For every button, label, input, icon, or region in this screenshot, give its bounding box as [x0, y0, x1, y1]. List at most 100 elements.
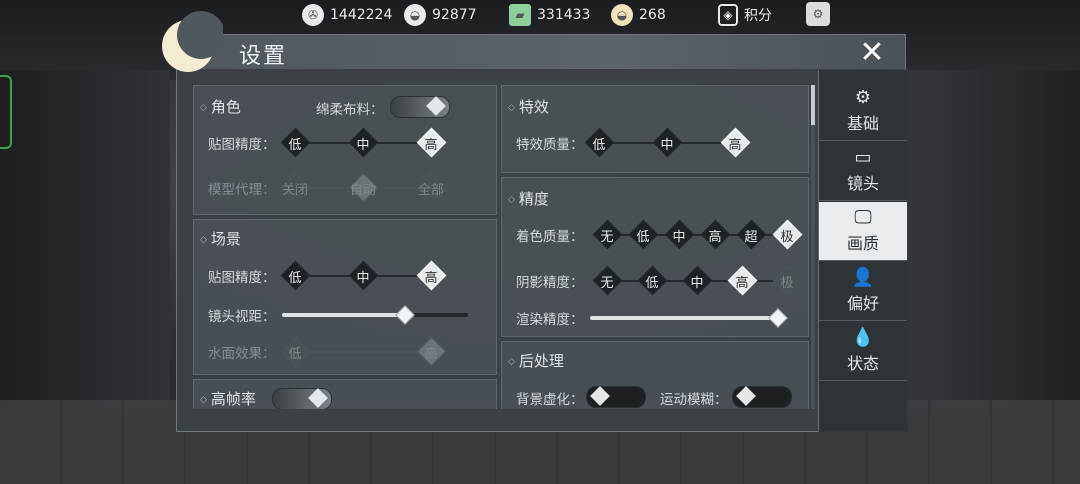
- slider-thumb[interactable]: [395, 305, 415, 325]
- tab-label: 镜头: [846, 174, 879, 193]
- currency-gold[interactable]: ◒ 268: [611, 4, 666, 26]
- view-distance-label: 镜头视距：: [208, 309, 276, 325]
- dialog-title: 设置: [239, 44, 288, 69]
- scene-texture-low[interactable]: 低: [280, 260, 311, 291]
- camera-frame-icon: ▭: [854, 147, 872, 168]
- effects-quality-mid[interactable]: 中: [652, 127, 683, 158]
- points-button[interactable]: ◈ 积分: [718, 4, 772, 26]
- panel-header-precision: 精度: [508, 188, 549, 209]
- shadow-high[interactable]: 高: [727, 265, 758, 296]
- shadow-none[interactable]: 无: [592, 265, 623, 296]
- dialog-title-bar: 设置 ✕: [162, 11, 905, 72]
- role-texture-mid[interactable]: 中: [348, 127, 379, 158]
- shading-extreme[interactable]: 极: [772, 219, 803, 250]
- slider-fill: [282, 313, 405, 317]
- background-blur-toggle[interactable]: [586, 386, 646, 408]
- shading-none[interactable]: 无: [592, 219, 623, 250]
- currency-jade[interactable]: ▰ 331433: [509, 4, 590, 26]
- tab-label: 状态: [846, 354, 879, 373]
- panel-scene: 场景 贴图精度： 低 中 高 镜头视距： 水面效果： 低 高: [193, 219, 497, 375]
- effects-quality-label: 特效质量：: [516, 137, 584, 153]
- scene-texture-mid[interactable]: 中: [348, 260, 379, 291]
- close-button[interactable]: ✕: [853, 33, 891, 71]
- background-blur-label: 背景虚化：: [516, 392, 584, 408]
- jade-ticket-icon: ▰: [509, 4, 531, 26]
- shading-mid[interactable]: 中: [664, 219, 695, 250]
- effects-quality-high[interactable]: 高: [720, 127, 751, 158]
- panel-header-scene: 场景: [200, 228, 241, 249]
- model-proxy-all: 全部: [416, 172, 447, 203]
- motion-blur-label: 运动模糊：: [660, 392, 728, 408]
- shadow-precision-label: 阴影精度：: [516, 275, 584, 291]
- tab-basic[interactable]: ⚙ 基础: [819, 82, 907, 141]
- gear-badge-button[interactable]: ⚙: [806, 2, 830, 26]
- currency-value: 268: [639, 7, 666, 23]
- render-precision-label: 渲染精度：: [516, 312, 584, 328]
- scrollbar[interactable]: [811, 85, 815, 409]
- gold-ingot-icon: ◒: [611, 4, 633, 26]
- film-reel-icon: ✇: [302, 4, 324, 26]
- tab-graphics[interactable]: 🖵 画质: [819, 202, 907, 261]
- model-proxy-off: 关闭: [280, 172, 311, 203]
- currency-film[interactable]: ✇ 1442224: [302, 4, 392, 26]
- currency-silver[interactable]: ◒ 92877: [404, 4, 477, 26]
- background-left-building: [0, 70, 170, 410]
- tab-preferences[interactable]: 👤 偏好: [819, 262, 907, 321]
- slider-thumb[interactable]: [768, 308, 788, 328]
- drops-icon: 💧: [851, 327, 875, 348]
- option-track: [294, 351, 430, 353]
- role-texture-label: 贴图精度：: [208, 137, 276, 153]
- settings-tabs: ⚙ 基础 ▭ 镜头 🖵 画质 👤 偏好 💧 状态: [818, 70, 907, 432]
- currency-value: 331433: [537, 7, 591, 23]
- background-right-building: [905, 70, 1080, 410]
- model-proxy-auto: 自动: [348, 172, 379, 203]
- crescent-moon-icon: [162, 11, 223, 72]
- panel-header-effects: 特效: [508, 96, 549, 117]
- user-gear-icon: 👤: [851, 267, 875, 288]
- render-precision-slider[interactable]: [590, 308, 788, 328]
- monitor-icon: 🖵: [854, 207, 872, 228]
- tab-label: 基础: [846, 114, 879, 133]
- high-fps-toggle[interactable]: [272, 388, 332, 409]
- role-texture-low[interactable]: 低: [280, 127, 311, 158]
- tab-label: 画质: [846, 234, 879, 253]
- scene-texture-label: 贴图精度：: [208, 270, 276, 286]
- slider-fill: [590, 316, 778, 320]
- panel-role: 角色 绵柔布料： 贴图精度： 低 中 高 模型代理： 关闭 自动 全部: [193, 85, 497, 215]
- model-proxy-label: 模型代理：: [208, 182, 276, 198]
- points-label: 积分: [744, 8, 772, 24]
- currency-value: 1442224: [330, 7, 393, 23]
- shading-quality-label: 着色质量：: [516, 229, 584, 245]
- shading-ultra[interactable]: 超: [736, 219, 767, 250]
- soft-cloth-toggle[interactable]: [390, 96, 450, 118]
- view-distance-slider[interactable]: [282, 305, 468, 325]
- currency-value: 92877: [432, 7, 477, 23]
- panel-high-fps: 高帧率: [193, 379, 497, 409]
- tab-camera[interactable]: ▭ 镜头: [819, 142, 907, 201]
- scrollbar-thumb[interactable]: [811, 85, 815, 125]
- water-effect-label: 水面效果：: [208, 346, 276, 362]
- panel-precision: 精度 着色质量： 无 低 中 高 超 极 阴影精度： 无 低 中 高 极 渲染精…: [501, 177, 809, 337]
- shadow-mid[interactable]: 中: [682, 265, 713, 296]
- panel-post-processing: 后处理 背景虚化： 运动模糊：: [501, 341, 809, 409]
- shadow-extreme: 极: [772, 265, 803, 296]
- motion-blur-toggle[interactable]: [732, 386, 792, 408]
- panel-header-high-fps: 高帧率: [200, 388, 256, 409]
- shading-low[interactable]: 低: [628, 219, 659, 250]
- side-hud-frame: [0, 75, 12, 149]
- panel-header-role: 角色: [200, 96, 241, 117]
- close-icon: ✕: [859, 34, 885, 70]
- shadow-low[interactable]: 低: [637, 265, 668, 296]
- role-texture-high[interactable]: 高: [416, 127, 447, 158]
- shading-high[interactable]: 高: [700, 219, 731, 250]
- scene-texture-high[interactable]: 高: [416, 260, 447, 291]
- effects-quality-low[interactable]: 低: [584, 127, 615, 158]
- silver-ingot-icon: ◒: [404, 4, 426, 26]
- settings-dialog: 设置 ✕ 角色 绵柔布料： 贴图精度： 低 中 高 模型代理： 关闭 自动 全部…: [162, 11, 906, 432]
- panel-header-post: 后处理: [508, 350, 564, 371]
- soft-cloth-label: 绵柔布料：: [316, 102, 384, 118]
- panel-effects: 特效 特效质量： 低 中 高: [501, 85, 809, 173]
- water-high: 高: [416, 336, 447, 367]
- tab-label: 偏好: [846, 294, 879, 313]
- tab-status[interactable]: 💧 状态: [819, 322, 907, 381]
